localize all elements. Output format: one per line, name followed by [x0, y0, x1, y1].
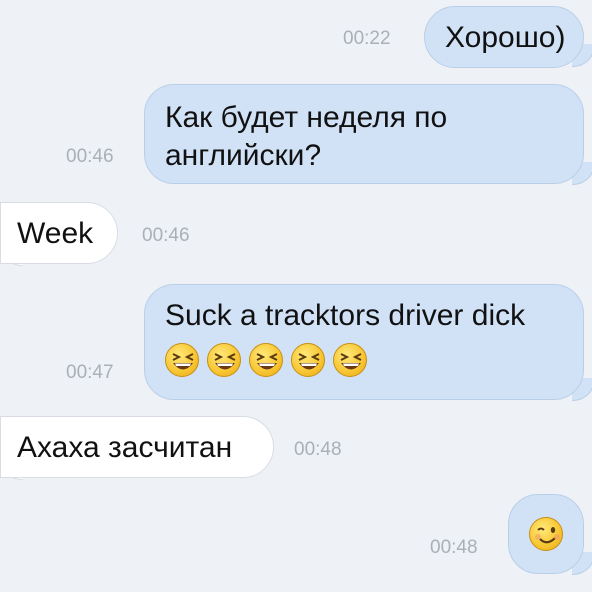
incoming-message-bubble[interactable]: Week: [0, 202, 118, 264]
message-timestamp: 00:47: [66, 362, 114, 383]
message-timestamp: 00:46: [142, 225, 190, 246]
laughing-face-emoji-icon: [333, 343, 367, 377]
message-timestamp: 00:22: [343, 28, 391, 49]
emoji-row: [165, 343, 563, 377]
message-timestamp: 00:48: [430, 537, 478, 558]
winking-face-emoji-icon: [529, 517, 563, 551]
message-text: Suck a tracktors driver dick: [165, 299, 526, 332]
outgoing-message-bubble[interactable]: Как будет неделя по английски?: [144, 84, 584, 184]
message-text: Хорошо): [445, 21, 566, 54]
outgoing-message-bubble[interactable]: Suck a tracktors driver dick: [144, 284, 584, 400]
message-timestamp: 00:46: [66, 146, 114, 167]
laughing-face-emoji-icon: [249, 343, 283, 377]
message-text: Ахаха засчитан: [17, 431, 233, 464]
incoming-message-bubble[interactable]: Ахаха засчитан: [0, 416, 274, 478]
laughing-face-emoji-icon: [165, 343, 199, 377]
outgoing-message-bubble[interactable]: Хорошо): [424, 6, 584, 68]
laughing-face-emoji-icon: [207, 343, 241, 377]
message-timestamp: 00:48: [294, 439, 342, 460]
message-text: Как будет неделя по английски?: [165, 101, 448, 172]
message-text: Week: [17, 217, 94, 250]
outgoing-message-bubble[interactable]: [508, 494, 584, 574]
laughing-face-emoji-icon: [291, 343, 325, 377]
